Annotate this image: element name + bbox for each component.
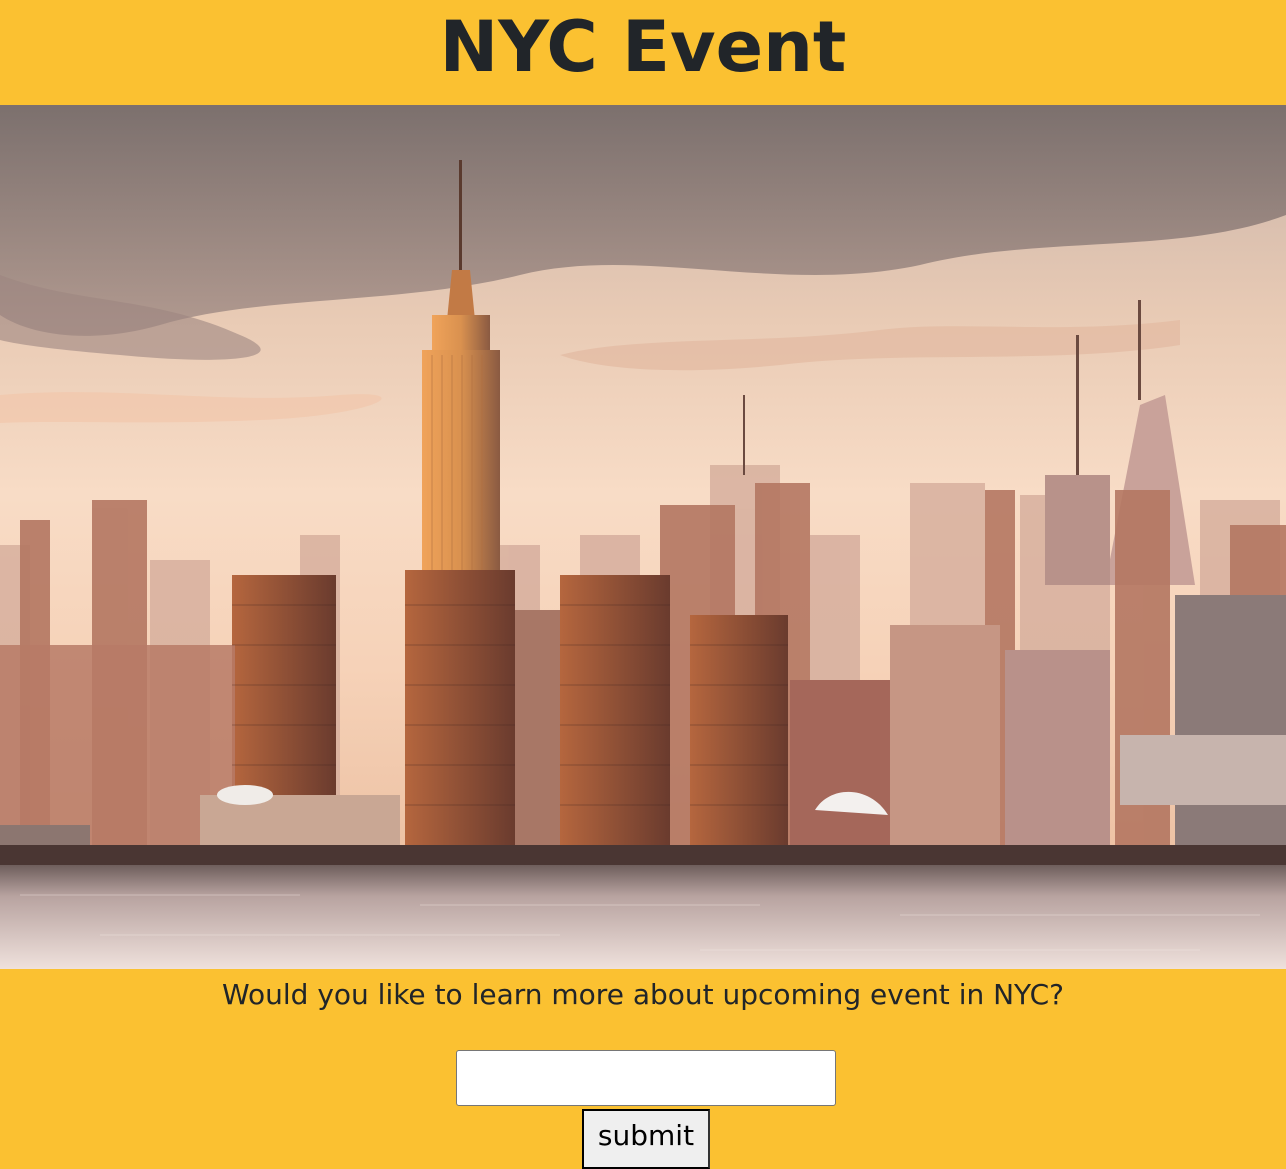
header-bar: NYC Event (0, 0, 1286, 105)
signup-section: Would you like to learn more about upcom… (0, 969, 1286, 1169)
event-question-text: Would you like to learn more about upcom… (221, 978, 1065, 1011)
page-title: NYC Event (439, 5, 847, 88)
hero-image (0, 105, 1286, 969)
event-input[interactable] (456, 1050, 836, 1106)
submit-button[interactable]: submit (582, 1109, 710, 1169)
